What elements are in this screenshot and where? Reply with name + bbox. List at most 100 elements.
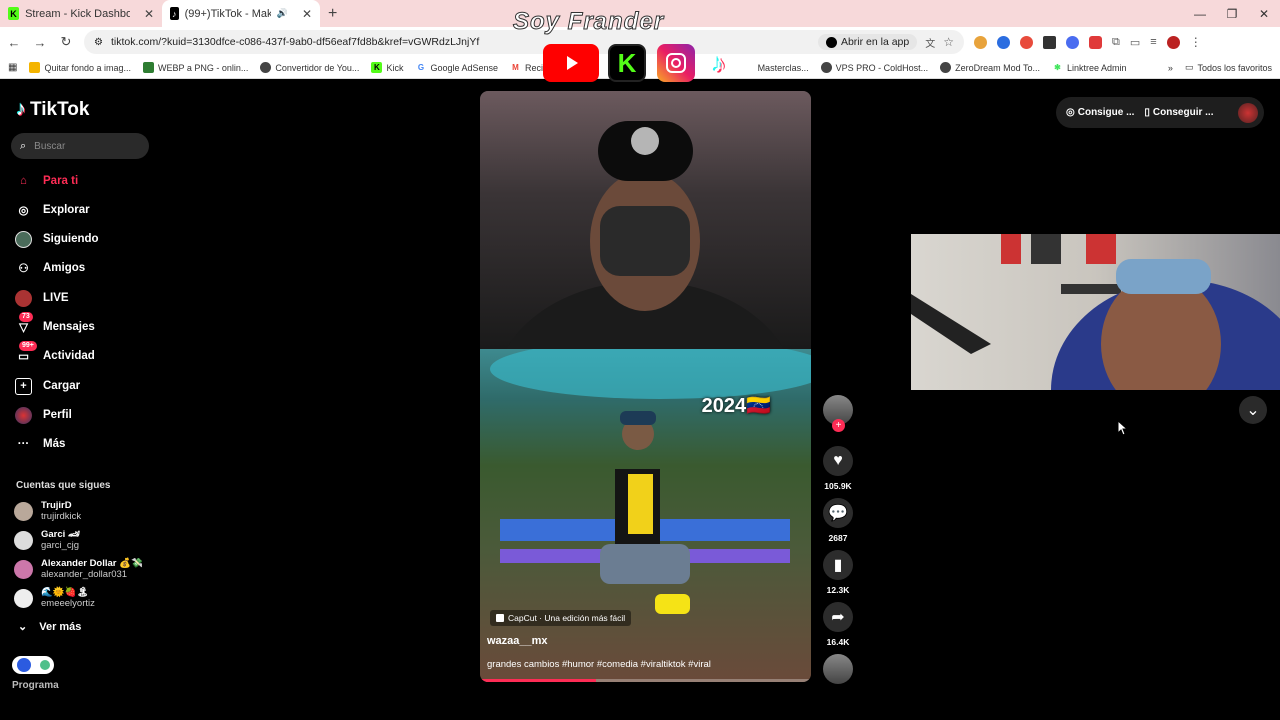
nav-actividad[interactable]: ▭ 99+ Actividad bbox=[15, 340, 95, 366]
apps-grid-icon[interactable]: ▦ bbox=[8, 62, 17, 73]
share-button[interactable]: ➦ 16.4K bbox=[822, 602, 854, 647]
bookmark-item[interactable]: Quitar fondo a imag... bbox=[29, 62, 131, 73]
kick-icon: K bbox=[371, 62, 383, 73]
extension-icon[interactable] bbox=[974, 35, 987, 49]
extensions-puzzle-icon[interactable]: ⧉ bbox=[1112, 36, 1120, 49]
back-icon[interactable]: ← bbox=[6, 35, 22, 50]
like-button[interactable]: ♥ 105.9K bbox=[822, 446, 854, 491]
program-pill bbox=[12, 656, 54, 674]
followed-account[interactable]: Garci 🏎 garci_cjg bbox=[14, 529, 80, 551]
compass-icon: ◎ bbox=[18, 205, 29, 217]
coin-icon: ◎ bbox=[1066, 107, 1075, 118]
youtube-icon bbox=[543, 44, 599, 82]
profile-avatar-icon[interactable] bbox=[1166, 35, 1180, 49]
header-actions: ◎ Consigue ... ▯ Conseguir ... bbox=[1056, 97, 1264, 128]
save-button[interactable]: ▮ 12.3K bbox=[822, 550, 854, 595]
comment-icon: 💬 bbox=[823, 498, 853, 528]
nav-mas[interactable]: ··· Más bbox=[15, 434, 66, 454]
tab-kick-dashboard[interactable]: K Stream - Kick Dashboard ✕ bbox=[0, 0, 162, 27]
site-info-icon[interactable]: ⚙ bbox=[94, 37, 103, 48]
share-icon: ➦ bbox=[823, 602, 853, 632]
instagram-icon bbox=[657, 44, 695, 82]
new-tab-button[interactable]: + bbox=[320, 5, 345, 23]
restore-icon[interactable]: ❐ bbox=[1216, 7, 1248, 21]
menu-kebab-icon[interactable]: ⋮ bbox=[1190, 35, 1202, 49]
url-text: tiktok.com/?kuid=3130dfce-c086-437f-9ab0… bbox=[110, 36, 480, 48]
translate-icon[interactable]: 文 bbox=[925, 35, 935, 50]
extension-icon[interactable] bbox=[1043, 35, 1056, 49]
close-tab-icon[interactable]: ✕ bbox=[136, 7, 154, 21]
extensions-area: ⧉ ▭ ≡ ⋮ bbox=[974, 35, 1202, 49]
bookmark-favicon-icon bbox=[143, 62, 154, 73]
all-bookmarks-button[interactable]: ▭ Todos los favoritos bbox=[1185, 62, 1272, 73]
get-app-label: Conseguir ... bbox=[1152, 107, 1214, 118]
nav-label: Amigos bbox=[43, 262, 86, 274]
nav-explorar[interactable]: ◎ Explorar bbox=[15, 200, 89, 220]
activity-badge: 99+ bbox=[19, 340, 37, 351]
chevron-down-icon: ⌄ bbox=[1246, 402, 1260, 419]
bookmark-item[interactable]: Convertidor de You... bbox=[260, 62, 359, 73]
account-handle: garci_cjg bbox=[41, 540, 80, 551]
bookmark-label: Google AdSense bbox=[430, 62, 499, 73]
music-disc-button[interactable] bbox=[822, 654, 854, 684]
followed-account[interactable]: Alexander Dollar 💰💸 alexander_dollar031 bbox=[14, 558, 143, 580]
speaker-icon[interactable]: 🔊 bbox=[277, 8, 288, 19]
chevron-down-icon: ⌄ bbox=[18, 621, 28, 633]
extension-icon[interactable] bbox=[1089, 35, 1102, 49]
followed-account[interactable]: TrujirD trujirdkick bbox=[14, 500, 81, 522]
video-username[interactable]: wazaa__mx bbox=[487, 635, 548, 647]
bookmark-star-icon[interactable]: ☆ bbox=[943, 35, 954, 49]
bookmark-label: Kick bbox=[386, 62, 404, 73]
comment-button[interactable]: 💬 2687 bbox=[822, 498, 854, 543]
scroll-down-button[interactable]: ⌄ bbox=[1239, 396, 1267, 424]
more-bookmarks-icon[interactable]: » bbox=[1168, 63, 1173, 73]
close-tab-icon[interactable]: ✕ bbox=[294, 7, 312, 21]
bookmark-item[interactable]: VPS PRO - ColdHost... bbox=[820, 62, 929, 73]
bookmark-item[interactable]: G Google AdSense bbox=[415, 62, 498, 73]
nav-siguiendo[interactable]: Siguiendo bbox=[15, 229, 99, 249]
followed-account[interactable]: 🌊🌞🍓🏝 emeeelyortiz bbox=[14, 587, 95, 609]
video-progress-bar[interactable] bbox=[480, 679, 811, 682]
user-avatar[interactable] bbox=[1238, 102, 1258, 123]
follow-plus-icon[interactable]: + bbox=[832, 419, 845, 432]
close-window-icon[interactable]: ✕ bbox=[1248, 7, 1280, 21]
get-coins-button[interactable]: ◎ Consigue ... bbox=[1066, 107, 1134, 118]
capcut-tag[interactable]: CapCut · Una edición más fácil bbox=[490, 610, 632, 626]
bookmark-label: VPS PRO - ColdHost... bbox=[835, 62, 929, 73]
bookmark-item[interactable]: Masterclas... bbox=[758, 63, 809, 73]
open-in-app-button[interactable]: Abrir en la app bbox=[817, 34, 918, 50]
nav-perfil[interactable]: Perfil bbox=[15, 405, 72, 425]
creator-avatar-button[interactable]: + bbox=[822, 395, 854, 432]
nav-cargar[interactable]: + Cargar bbox=[15, 376, 80, 396]
nav-para-ti[interactable]: ⌂ Para ti bbox=[15, 171, 78, 191]
bookmark-item[interactable]: K Kick bbox=[371, 62, 403, 73]
media-icon[interactable]: ▭ bbox=[1130, 36, 1140, 49]
live-icon bbox=[15, 289, 32, 307]
tab-title: (99+)TikTok - Make Your D bbox=[184, 7, 271, 20]
bookmark-item[interactable]: ZeroDream Mod To... bbox=[940, 62, 1040, 73]
bookmark-item[interactable]: ✱ Linktree Admin bbox=[1052, 62, 1126, 73]
tab-search-icon[interactable]: ≡ bbox=[1150, 36, 1156, 48]
nav-amigos[interactable]: ⚇ Amigos bbox=[15, 258, 85, 278]
forward-icon[interactable]: → bbox=[32, 35, 48, 50]
reload-icon[interactable]: ↻ bbox=[58, 34, 74, 50]
extension-icon[interactable] bbox=[997, 35, 1010, 49]
person-masked-image bbox=[495, 121, 795, 501]
tab-tiktok[interactable]: ♪ (99+)TikTok - Make Your D 🔊 ✕ bbox=[162, 0, 320, 27]
tiktok-sidebar: ♪ TikTok ⌕ Buscar ⌂ Para ti ◎ Explorar S… bbox=[0, 80, 160, 720]
bookmark-item[interactable]: WEBP a PNG - onlin... bbox=[143, 62, 248, 73]
avatar: + bbox=[823, 395, 853, 432]
nav-live[interactable]: LIVE bbox=[15, 288, 69, 308]
search-input[interactable]: ⌕ Buscar bbox=[11, 133, 149, 159]
following-avatar-icon bbox=[15, 230, 32, 248]
video-player[interactable]: 2024🇻🇪 CapCut · Una edición más fácil wa… bbox=[480, 91, 811, 682]
minimize-icon[interactable]: — bbox=[1184, 7, 1216, 21]
extension-icon[interactable] bbox=[1066, 35, 1079, 49]
music-disc-icon bbox=[823, 654, 853, 684]
program-widget[interactable]: Programa bbox=[12, 656, 59, 691]
extension-icon[interactable] bbox=[1020, 35, 1033, 49]
tiktok-logo[interactable]: ♪ TikTok bbox=[16, 98, 89, 121]
get-app-button[interactable]: ▯ Conseguir ... bbox=[1144, 107, 1213, 118]
see-more-button[interactable]: ⌄ Ver más bbox=[18, 620, 81, 634]
nav-mensajes[interactable]: ▽ 73 Mensajes bbox=[15, 311, 95, 337]
